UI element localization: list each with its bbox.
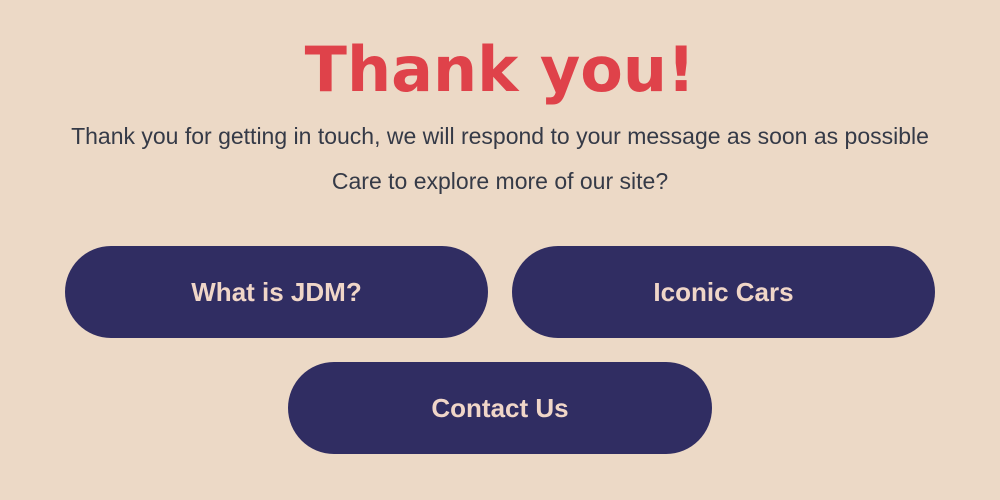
confirmation-message: Thank you for getting in touch, we will … xyxy=(71,123,929,149)
contact-us-button[interactable]: Contact Us xyxy=(288,362,712,454)
iconic-cars-button[interactable]: Iconic Cars xyxy=(512,246,935,338)
explore-prompt: Care to explore more of our site? xyxy=(331,168,669,194)
thank-you-page: Thank you! Thank you for getting in touc… xyxy=(0,0,1000,500)
page-title: Thank you! xyxy=(304,33,696,106)
what-is-jdm-button[interactable]: What is JDM? xyxy=(65,246,488,338)
